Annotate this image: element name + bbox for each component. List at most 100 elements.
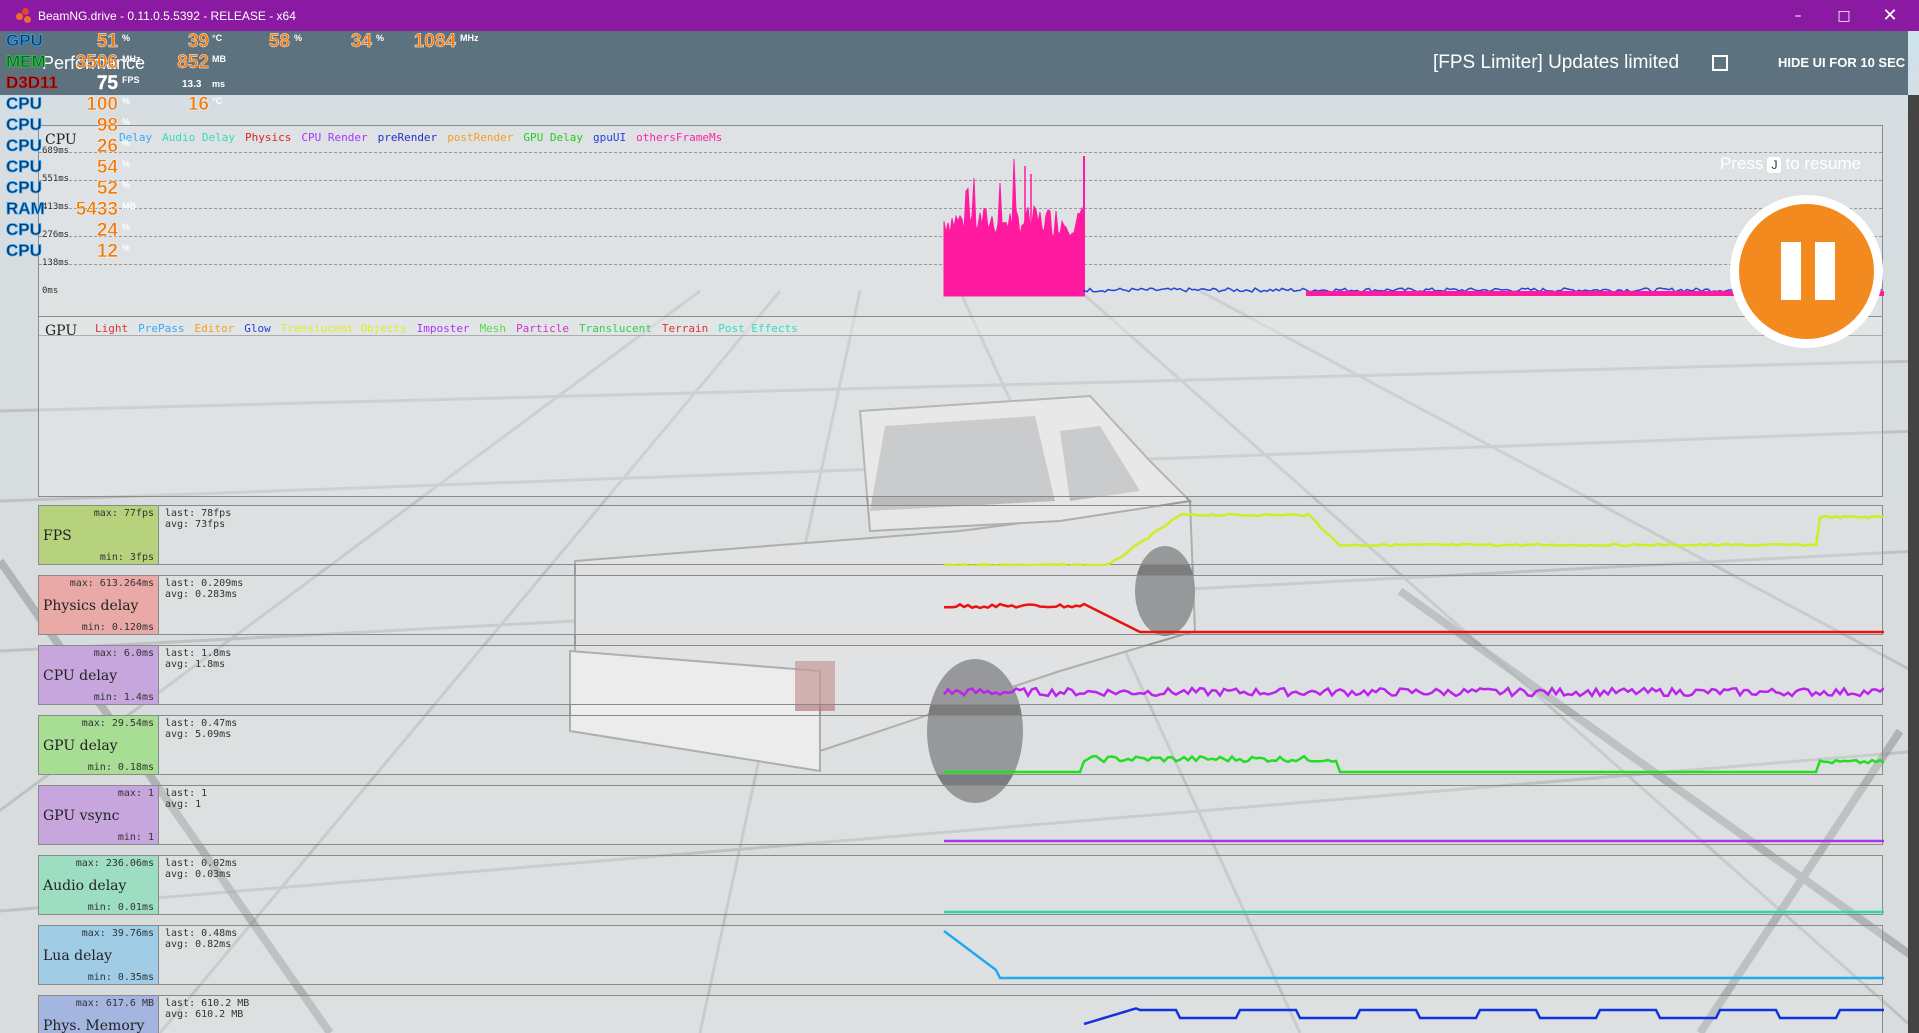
cpu-graph-panel: CPU Delay Audio Delay Physics CPU Render pre…: [38, 125, 1884, 336]
cpu-spike-area: [943, 158, 1085, 297]
metric-row: max: 77fps FPS min: 3fps last: 78fps avg: 73…: [38, 505, 1884, 566]
metric-line: [943, 686, 1884, 699]
cpu-stat-value: 98: [96, 115, 119, 136]
mem-stat-value: 3506: [75, 52, 119, 73]
cpu-stat-unit: %: [122, 243, 131, 253]
metric-row: max: 1 GPU vsync min: 1 last: 1 avg: 1: [38, 785, 1884, 845]
legend-entry: Particle: [516, 322, 570, 335]
gpu-graph-panel: GPU Light PrePass Editor Glow Translucent Ob…: [38, 316, 1883, 497]
cpu-stat-label: CPU: [6, 115, 43, 135]
metric-line: [944, 754, 1884, 774]
cpu-temp-unit: °C: [212, 96, 223, 106]
gpu-stat-value: 58: [268, 31, 291, 52]
cpu-stat-unit: %: [122, 222, 131, 232]
legend-entry: Post Effects: [718, 322, 798, 335]
metric-row: max: 613.264ms Physics delay min: 0.120ms l…: [38, 575, 1884, 635]
gpu-legend: Light PrePass Editor Glow Translucent Object…: [95, 322, 808, 335]
cpu-stat-value: 26: [96, 136, 119, 157]
cpu-stat-label: CPU: [6, 241, 43, 261]
legend-entry: Light: [95, 322, 129, 335]
metric-sparkline: [943, 930, 1884, 980]
pause-icon[interactable]: [1730, 195, 1883, 348]
window-title: BeamNG.drive - 0.11.0.5.5392 - RELEASE -…: [38, 8, 296, 23]
beamng-logo-icon: [16, 7, 32, 24]
to-resume-label: to resume: [1785, 154, 1862, 173]
gpu-stat-unit: %: [376, 33, 385, 43]
cpu-stat-unit: MB: [122, 201, 136, 211]
gpu-stat-value: 39: [187, 31, 210, 52]
mem-stat-label: MEM: [6, 52, 46, 72]
minimize-icon[interactable]: –: [1775, 0, 1821, 31]
metric-sparkline: [943, 512, 1884, 566]
cpu-stat-unit: %: [122, 159, 131, 169]
gpu-stat-value: 1084: [413, 31, 457, 52]
mem-stat-unit: MB: [212, 54, 226, 64]
metric-sparkline: [1083, 1007, 1884, 1026]
gpu-stat-unit: %: [122, 33, 131, 43]
metric-line: [943, 602, 1884, 634]
cpu-stat-label: CPU: [6, 178, 43, 198]
metric-sparkline: [944, 754, 1884, 774]
frametime-stat-value: 13.3: [182, 79, 202, 90]
frametime-stat-unit: ms: [212, 79, 226, 89]
legend-entry: Glow: [244, 322, 271, 335]
cpu-temp-value: 16: [187, 94, 210, 115]
hide-ui-button[interactable]: HIDE UI FOR 10 SEC: [1778, 55, 1905, 70]
game-viewport[interactable]: Performance [FPS Limiter] Updates limite…: [0, 31, 1919, 1033]
mem-stat-unit: MHz: [122, 54, 141, 64]
metric-line: [1083, 1007, 1884, 1026]
gpu-panel-title: GPU: [45, 323, 78, 339]
gpu-stat-value: 51: [96, 31, 119, 52]
fps-stat-value: 75: [96, 73, 119, 94]
cpu-stat-label: RAM: [6, 199, 45, 219]
fps-stat-unit: FPS: [122, 75, 140, 85]
gpu-stat-label: GPU: [6, 31, 44, 50]
title-bar: BeamNG.drive - 0.11.0.5.5392 - RELEASE -…: [0, 0, 1919, 31]
mem-stat-value: 852: [177, 52, 209, 73]
metric-line: [943, 930, 1884, 980]
metric-row: max: 236.06ms Audio delay min: 0.01ms last:…: [38, 855, 1884, 915]
metric-sparkline: [943, 686, 1884, 699]
cpu-stat-label: CPU: [6, 94, 43, 114]
cpu-stat-unit: %: [122, 180, 131, 190]
legend-entry: Translucent: [579, 322, 652, 335]
cpu-stat-label: CPU: [6, 220, 43, 240]
legend-entry: Translucent Objects: [280, 322, 407, 335]
keyboard-key-icon: J: [1767, 156, 1782, 173]
d3d-stat-label: D3D11: [6, 73, 59, 93]
gpu-stat-unit: %: [294, 33, 303, 43]
gpu-stat-unit: °C: [212, 33, 223, 43]
cpu-stat-unit: %: [122, 96, 131, 106]
metric-sparkline: [944, 910, 1884, 914]
metric-row: max: 617.6 MB Phys. Memory last: 610.2 MB a…: [38, 995, 1884, 1033]
cpu-stat-value: 24: [96, 220, 119, 241]
cpu-stat-unit: %: [122, 138, 131, 148]
press-to-resume-hint: Press Jto resume: [1720, 154, 1861, 174]
updates-limited-checkbox[interactable]: [1712, 55, 1728, 71]
metric-row: max: 6.0ms CPU delay min: 1.4ms last: 1.8ms…: [38, 645, 1884, 705]
cpu-stat-label: CPU: [6, 157, 43, 177]
legend-entry: Mesh: [479, 322, 507, 335]
metric-row: max: 29.54ms GPU delay min: 0.18ms last: 0.…: [38, 715, 1884, 775]
legend-entry: Editor: [194, 322, 235, 335]
cpu-stat-value: 54: [96, 157, 119, 178]
cpu-stat-value: 5433: [75, 199, 119, 220]
metric-sparkline: [943, 602, 1884, 634]
close-icon[interactable]: ✕: [1867, 0, 1913, 31]
fps-limiter-label: [FPS Limiter] Updates limited: [1433, 52, 1680, 73]
scrollbar[interactable]: [1908, 95, 1919, 1033]
gpu-stat-value: 34: [350, 31, 373, 52]
cpu-stat-value: 52: [96, 178, 119, 199]
maximize-icon[interactable]: □: [1821, 0, 1867, 31]
cpu-stat-value: 12: [96, 241, 119, 262]
legend-entry: PrePass: [138, 322, 185, 335]
legend-entry: Terrain: [661, 322, 709, 335]
metric-sparkline: [944, 839, 1884, 843]
press-label: Press: [1720, 154, 1764, 173]
gpu-stat-unit: MHz: [460, 33, 479, 43]
cpu-stat-value: 100: [86, 94, 118, 115]
metric-row: max: 39.76ms Lua delay min: 0.35ms last: 0.…: [38, 925, 1884, 985]
cpu-stat-unit: %: [122, 117, 131, 127]
cpu-plot: [943, 156, 1884, 297]
metric-line: [943, 512, 1884, 566]
